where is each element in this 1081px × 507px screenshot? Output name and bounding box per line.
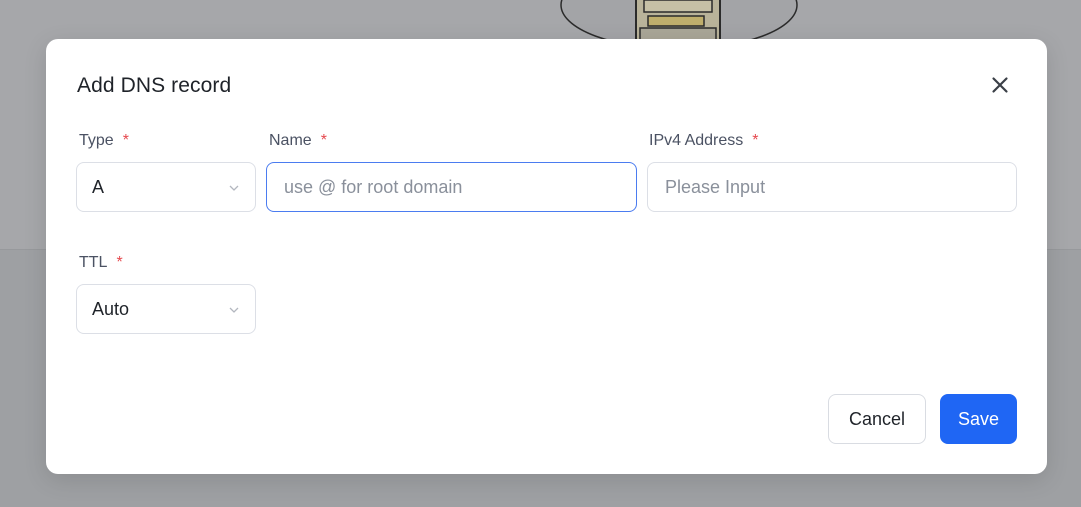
add-dns-record-dialog: Add DNS record Type * A Name * use @ for r… xyxy=(46,39,1047,474)
ipv4-address-input[interactable]: Please Input xyxy=(647,162,1017,212)
type-field-label: Type * xyxy=(79,132,129,150)
close-icon xyxy=(992,77,1008,93)
chevron-down-icon xyxy=(229,185,239,191)
dialog-title: Add DNS record xyxy=(77,74,232,97)
ttl-select[interactable]: Auto xyxy=(76,284,256,334)
close-button[interactable] xyxy=(988,73,1012,97)
type-label-text: Type xyxy=(79,132,114,149)
required-asterisk: * xyxy=(122,132,129,149)
chevron-down-icon xyxy=(229,307,239,313)
ttl-field-label: TTL * xyxy=(79,254,123,272)
ipv4-field-label: IPv4 Address * xyxy=(649,132,759,150)
ttl-select-value: Auto xyxy=(92,299,130,319)
name-input-placeholder: use @ for root domain xyxy=(284,177,463,197)
save-button[interactable]: Save xyxy=(940,394,1017,444)
type-select-value: A xyxy=(92,177,105,197)
ipv4-label-text: IPv4 Address xyxy=(649,132,744,149)
cancel-button[interactable]: Cancel xyxy=(828,394,926,444)
required-asterisk: * xyxy=(752,132,759,149)
ipv4-input-placeholder: Please Input xyxy=(665,177,766,197)
type-select[interactable]: A xyxy=(76,162,256,212)
ttl-label-text: TTL xyxy=(79,254,108,271)
name-input[interactable]: use @ for root domain xyxy=(266,162,637,212)
required-asterisk: * xyxy=(116,254,123,271)
required-asterisk: * xyxy=(320,132,327,149)
name-field-label: Name * xyxy=(269,132,327,150)
name-label-text: Name xyxy=(269,132,312,149)
